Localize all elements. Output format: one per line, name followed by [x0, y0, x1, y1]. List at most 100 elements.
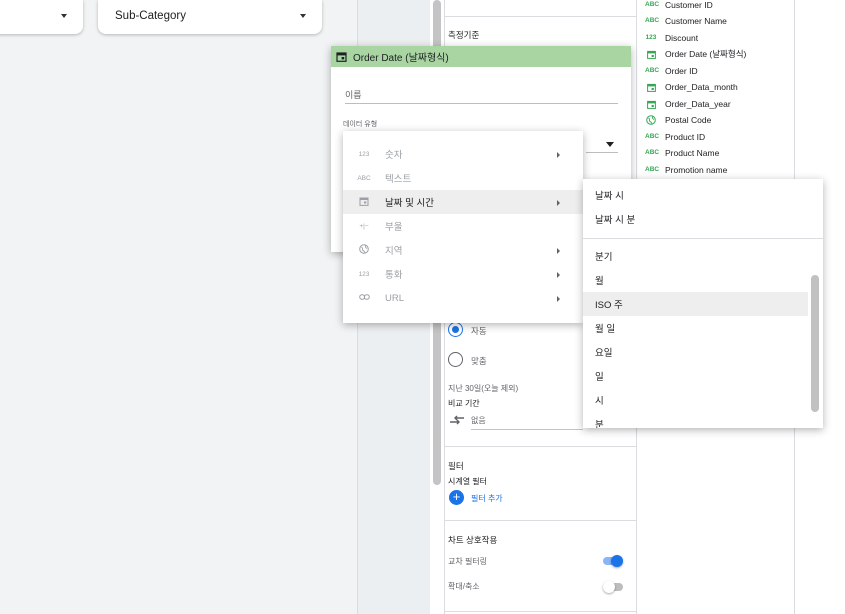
text-icon: ABC [645, 17, 660, 24]
submenu-scrollbar[interactable] [811, 275, 819, 412]
menu-item-label: 지역 [385, 246, 403, 257]
cross-filter-toggle[interactable] [603, 555, 623, 567]
toggle-knob [611, 555, 623, 567]
chart-interaction-title: 차트 상호작용 [448, 535, 498, 545]
text-icon: ABC [645, 1, 660, 8]
zoom-toggle[interactable] [603, 581, 623, 593]
menu-item-label: 통화 [385, 270, 403, 281]
globe-icon [357, 244, 371, 256]
menu-item-number[interactable]: 123 숫자 [343, 142, 583, 166]
field-item[interactable]: ABC Customer Name [645, 13, 727, 29]
submenu-item-month[interactable]: 월 [583, 268, 823, 292]
menu-item-label: 부울 [385, 222, 403, 233]
date-range-text: 지난 30일(오늘 제외) [448, 384, 519, 393]
globe-icon [645, 115, 657, 125]
menu-item-boolean[interactable]: +|− 부울 [343, 214, 583, 238]
comparison-value[interactable]: 없음 [471, 415, 486, 426]
dropdown-caret-icon [300, 14, 306, 18]
submenu-item-date-hour-minute[interactable]: 날짜 시 분 [583, 207, 823, 231]
divider [444, 16, 637, 17]
comparison-underline [471, 429, 583, 430]
cross-filter-label: 교차 필터링 [448, 557, 488, 566]
field-name: Product Name [665, 148, 720, 158]
dropdown-control-sub-category[interactable]: Sub-Category [98, 0, 322, 34]
boolean-icon: +|− [359, 222, 369, 230]
number-icon: 123 [645, 34, 657, 41]
submenu-arrow-icon [557, 296, 560, 302]
toggle-knob [603, 581, 615, 593]
date-range-custom-label: 맞춤 [471, 356, 487, 366]
field-name: Product ID [665, 132, 706, 142]
metric-label: 측정기준 [448, 30, 480, 40]
menu-item-geo[interactable]: 지역 [343, 238, 583, 262]
field-item[interactable]: Postal Code [645, 112, 711, 128]
field-name: Order Date (날짜형식) [665, 49, 747, 59]
calendar-icon [645, 100, 657, 109]
field-name-underline [345, 103, 618, 104]
submenu-item-hour[interactable]: 시 [583, 388, 823, 412]
text-icon: ABC [357, 174, 371, 182]
field-item[interactable]: Order Date (날짜형식) [645, 46, 746, 62]
calendar-icon [357, 196, 371, 208]
text-icon: ABC [645, 149, 660, 156]
divider [444, 611, 637, 612]
report-canvas [0, 0, 357, 614]
data-type-underline [586, 152, 618, 153]
field-name: Promotion name [665, 165, 728, 175]
dropdown-control-label: Sub-Category [115, 10, 186, 22]
data-type-menu: 123 숫자 ABC 텍스트 날짜 및 시간 +|− 부울 지역 123 통화 … [343, 131, 583, 323]
submenu-arrow-icon [557, 248, 560, 254]
dropdown-control-1[interactable] [0, 0, 83, 34]
calendar-icon [645, 83, 657, 92]
text-icon: ABC [645, 166, 660, 173]
menu-item-text[interactable]: ABC 텍스트 [343, 166, 583, 190]
date-range-auto-radio[interactable] [448, 322, 463, 337]
divider [444, 446, 637, 447]
dropdown-caret-icon [61, 14, 67, 18]
calendar-icon [645, 50, 657, 59]
number-icon: 123 [358, 150, 370, 158]
data-type-caret-icon[interactable] [606, 142, 614, 147]
add-filter-icon[interactable]: + [449, 490, 464, 505]
text-icon: ABC [645, 67, 660, 74]
field-item[interactable]: Order_Data_year [645, 96, 731, 112]
field-item[interactable]: Order_Data_month [645, 79, 738, 95]
field-item[interactable]: ABC Order ID [645, 63, 698, 79]
submenu-item-iso-week[interactable]: ISO 주 [583, 292, 808, 316]
date-range-custom-radio[interactable] [448, 352, 463, 367]
field-name: Order_Data_year [665, 99, 731, 109]
submenu-arrow-icon [557, 272, 560, 278]
submenu-item-weekday[interactable]: 요일 [583, 340, 823, 364]
submenu-item-minute[interactable]: 분 [583, 412, 823, 428]
field-item[interactable]: ABC Customer ID [645, 0, 713, 13]
submenu-item-quarter[interactable]: 분기 [583, 244, 823, 268]
compare-arrows-icon [450, 415, 464, 425]
comparison-label: 비교 기간 [448, 399, 480, 408]
submenu-item-day[interactable]: 일 [583, 364, 823, 388]
zoom-label: 확대/축소 [448, 582, 480, 591]
link-icon [357, 293, 371, 303]
menu-item-label: 숫자 [385, 150, 403, 161]
menu-item-currency[interactable]: 123 통화 [343, 262, 583, 286]
submenu-item-date-hour[interactable]: 날짜 시 [583, 183, 823, 207]
menu-item-date-time[interactable]: 날짜 및 시간 [343, 190, 583, 214]
field-item[interactable]: 123 Discount [645, 30, 699, 46]
field-item[interactable]: ABC Product Name [645, 145, 719, 161]
add-filter-link[interactable]: 필터 추가 [471, 493, 503, 504]
field-item[interactable]: ABC Product ID [645, 129, 705, 145]
field-name: Customer Name [665, 16, 727, 26]
field-editor-header: Order Date (날짜형식) [331, 46, 631, 67]
field-name: Discount [665, 33, 699, 43]
filter-subtitle: 시계열 필터 [448, 477, 488, 486]
currency-icon: 123 [358, 270, 370, 278]
date-range-auto-label: 자동 [471, 326, 487, 336]
submenu-item-month-day[interactable]: 월 일 [583, 316, 823, 340]
submenu-arrow-icon [557, 200, 560, 206]
filter-title: 필터 [448, 461, 464, 471]
menu-item-url[interactable]: URL [343, 286, 583, 310]
field-name-input[interactable]: 이름 [345, 88, 618, 104]
field-name: Order ID [665, 66, 698, 76]
field-name: Postal Code [665, 115, 712, 125]
date-time-submenu: 날짜 시 날짜 시 분 분기 월 ISO 주 월 일 요일 일 시 분 [583, 179, 823, 428]
field-item[interactable]: ABC Promotion name [645, 162, 727, 178]
